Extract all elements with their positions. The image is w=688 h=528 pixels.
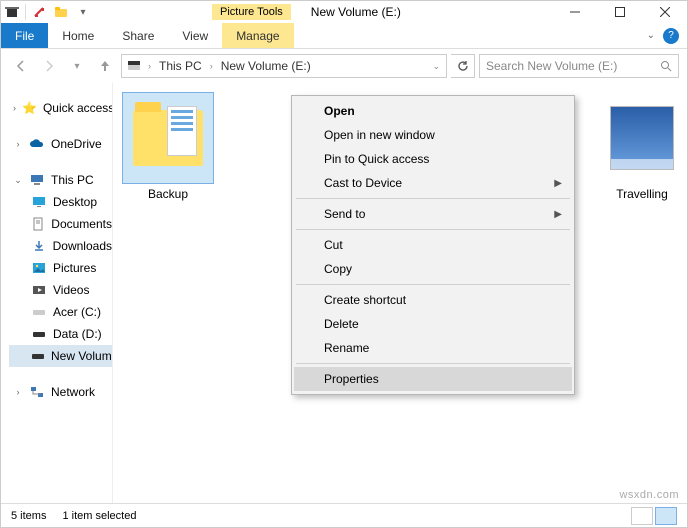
menu-divider [296,284,570,285]
tree-pictures[interactable]: Pictures [9,257,112,279]
address-bar[interactable]: › This PC › New Volume (E:) ⌄ [121,54,447,78]
navigation-pane[interactable]: ›⭐Quick access ›OneDrive ⌄This PC Deskto… [1,83,113,503]
status-bar: 5 items 1 item selected [1,503,687,527]
submenu-arrow-icon: ▶ [554,178,562,189]
folder-icon [133,110,203,166]
folder-backup[interactable]: Backup [123,93,213,201]
qat-customize-icon[interactable]: ▾ [72,1,94,23]
context-menu: Open Open in new window Pin to Quick acc… [291,95,575,395]
documents-icon [31,216,45,232]
view-large-icons-button[interactable] [655,507,677,525]
qat-newfolder-icon[interactable] [50,1,72,23]
menu-open-new-window[interactable]: Open in new window [294,123,572,147]
menu-cut[interactable]: Cut [294,233,572,257]
drive-icon [31,326,47,342]
tree-quick-access[interactable]: ›⭐Quick access [9,97,112,119]
help-icon[interactable]: ? [663,28,679,44]
contextual-tab-header: Picture Tools [212,4,291,20]
breadcrumb-segment[interactable]: New Volume (E:) [219,59,313,73]
menu-send-to[interactable]: Send to▶ [294,202,572,226]
tree-drive-c[interactable]: Acer (C:) [9,301,112,323]
watermark: wsxdn.com [619,489,679,501]
close-button[interactable] [642,1,687,23]
back-button[interactable] [9,54,33,78]
view-details-button[interactable] [631,507,653,525]
breadcrumb-segment[interactable]: This PC [157,59,204,73]
file-tab[interactable]: File [1,23,48,48]
chevron-right-icon[interactable]: › [208,61,215,71]
menu-divider [296,229,570,230]
folder-thumbnail [610,106,674,170]
tab-share[interactable]: Share [108,23,168,48]
submenu-arrow-icon: ▶ [554,209,562,220]
minimize-button[interactable] [552,1,597,23]
drive-icon [126,58,142,74]
tree-drive-e[interactable]: New Volume (E:) [9,345,112,367]
status-item-count: 5 items [11,510,46,522]
menu-divider [296,198,570,199]
qat-properties-icon[interactable] [28,1,50,23]
tree-desktop[interactable]: Desktop [9,191,112,213]
forward-button[interactable] [37,54,61,78]
menu-cast-to-device[interactable]: Cast to Device▶ [294,171,572,195]
pictures-icon [31,260,47,276]
search-placeholder: Search New Volume (E:) [486,59,617,73]
tree-videos[interactable]: Videos [9,279,112,301]
tree-this-pc[interactable]: ⌄This PC [9,169,112,191]
network-icon [29,384,45,400]
tree-documents[interactable]: Documents [9,213,112,235]
address-dropdown-icon[interactable]: ⌄ [430,61,442,72]
menu-rename[interactable]: Rename [294,336,572,360]
up-button[interactable] [93,54,117,78]
menu-create-shortcut[interactable]: Create shortcut [294,288,572,312]
item-label: Travelling [597,187,687,201]
refresh-button[interactable] [451,54,475,78]
menu-pin-quick-access[interactable]: Pin to Quick access [294,147,572,171]
ribbon-collapse-icon[interactable]: ⌄ [647,30,655,41]
tree-downloads[interactable]: Downloads [9,235,112,257]
chevron-right-icon[interactable]: › [146,61,153,71]
pc-icon [29,172,45,188]
maximize-button[interactable] [597,1,642,23]
downloads-icon [31,238,47,254]
menu-properties[interactable]: Properties [294,367,572,391]
window-title: New Volume (E:) [311,5,401,19]
tree-onedrive[interactable]: ›OneDrive [9,133,112,155]
tab-home[interactable]: Home [48,23,108,48]
menu-divider [296,363,570,364]
star-icon: ⭐ [22,100,37,116]
app-icon[interactable] [1,1,23,23]
drive-icon [31,304,47,320]
tab-manage[interactable]: Manage [222,23,293,48]
tab-view[interactable]: View [168,23,222,48]
cloud-icon [29,136,45,152]
item-label: Backup [123,187,213,201]
search-icon[interactable] [660,60,672,72]
tree-network[interactable]: ›Network [9,381,112,403]
tree-drive-d[interactable]: Data (D:) [9,323,112,345]
videos-icon [31,282,47,298]
search-input[interactable]: Search New Volume (E:) [479,54,679,78]
desktop-icon [31,194,47,210]
menu-open[interactable]: Open [294,99,572,123]
drive-icon [31,348,45,364]
folder-travelling[interactable]: Travelling [597,93,687,201]
menu-copy[interactable]: Copy [294,257,572,281]
recent-locations-icon[interactable]: ▾ [65,54,89,78]
status-selection: 1 item selected [62,510,136,522]
menu-delete[interactable]: Delete [294,312,572,336]
